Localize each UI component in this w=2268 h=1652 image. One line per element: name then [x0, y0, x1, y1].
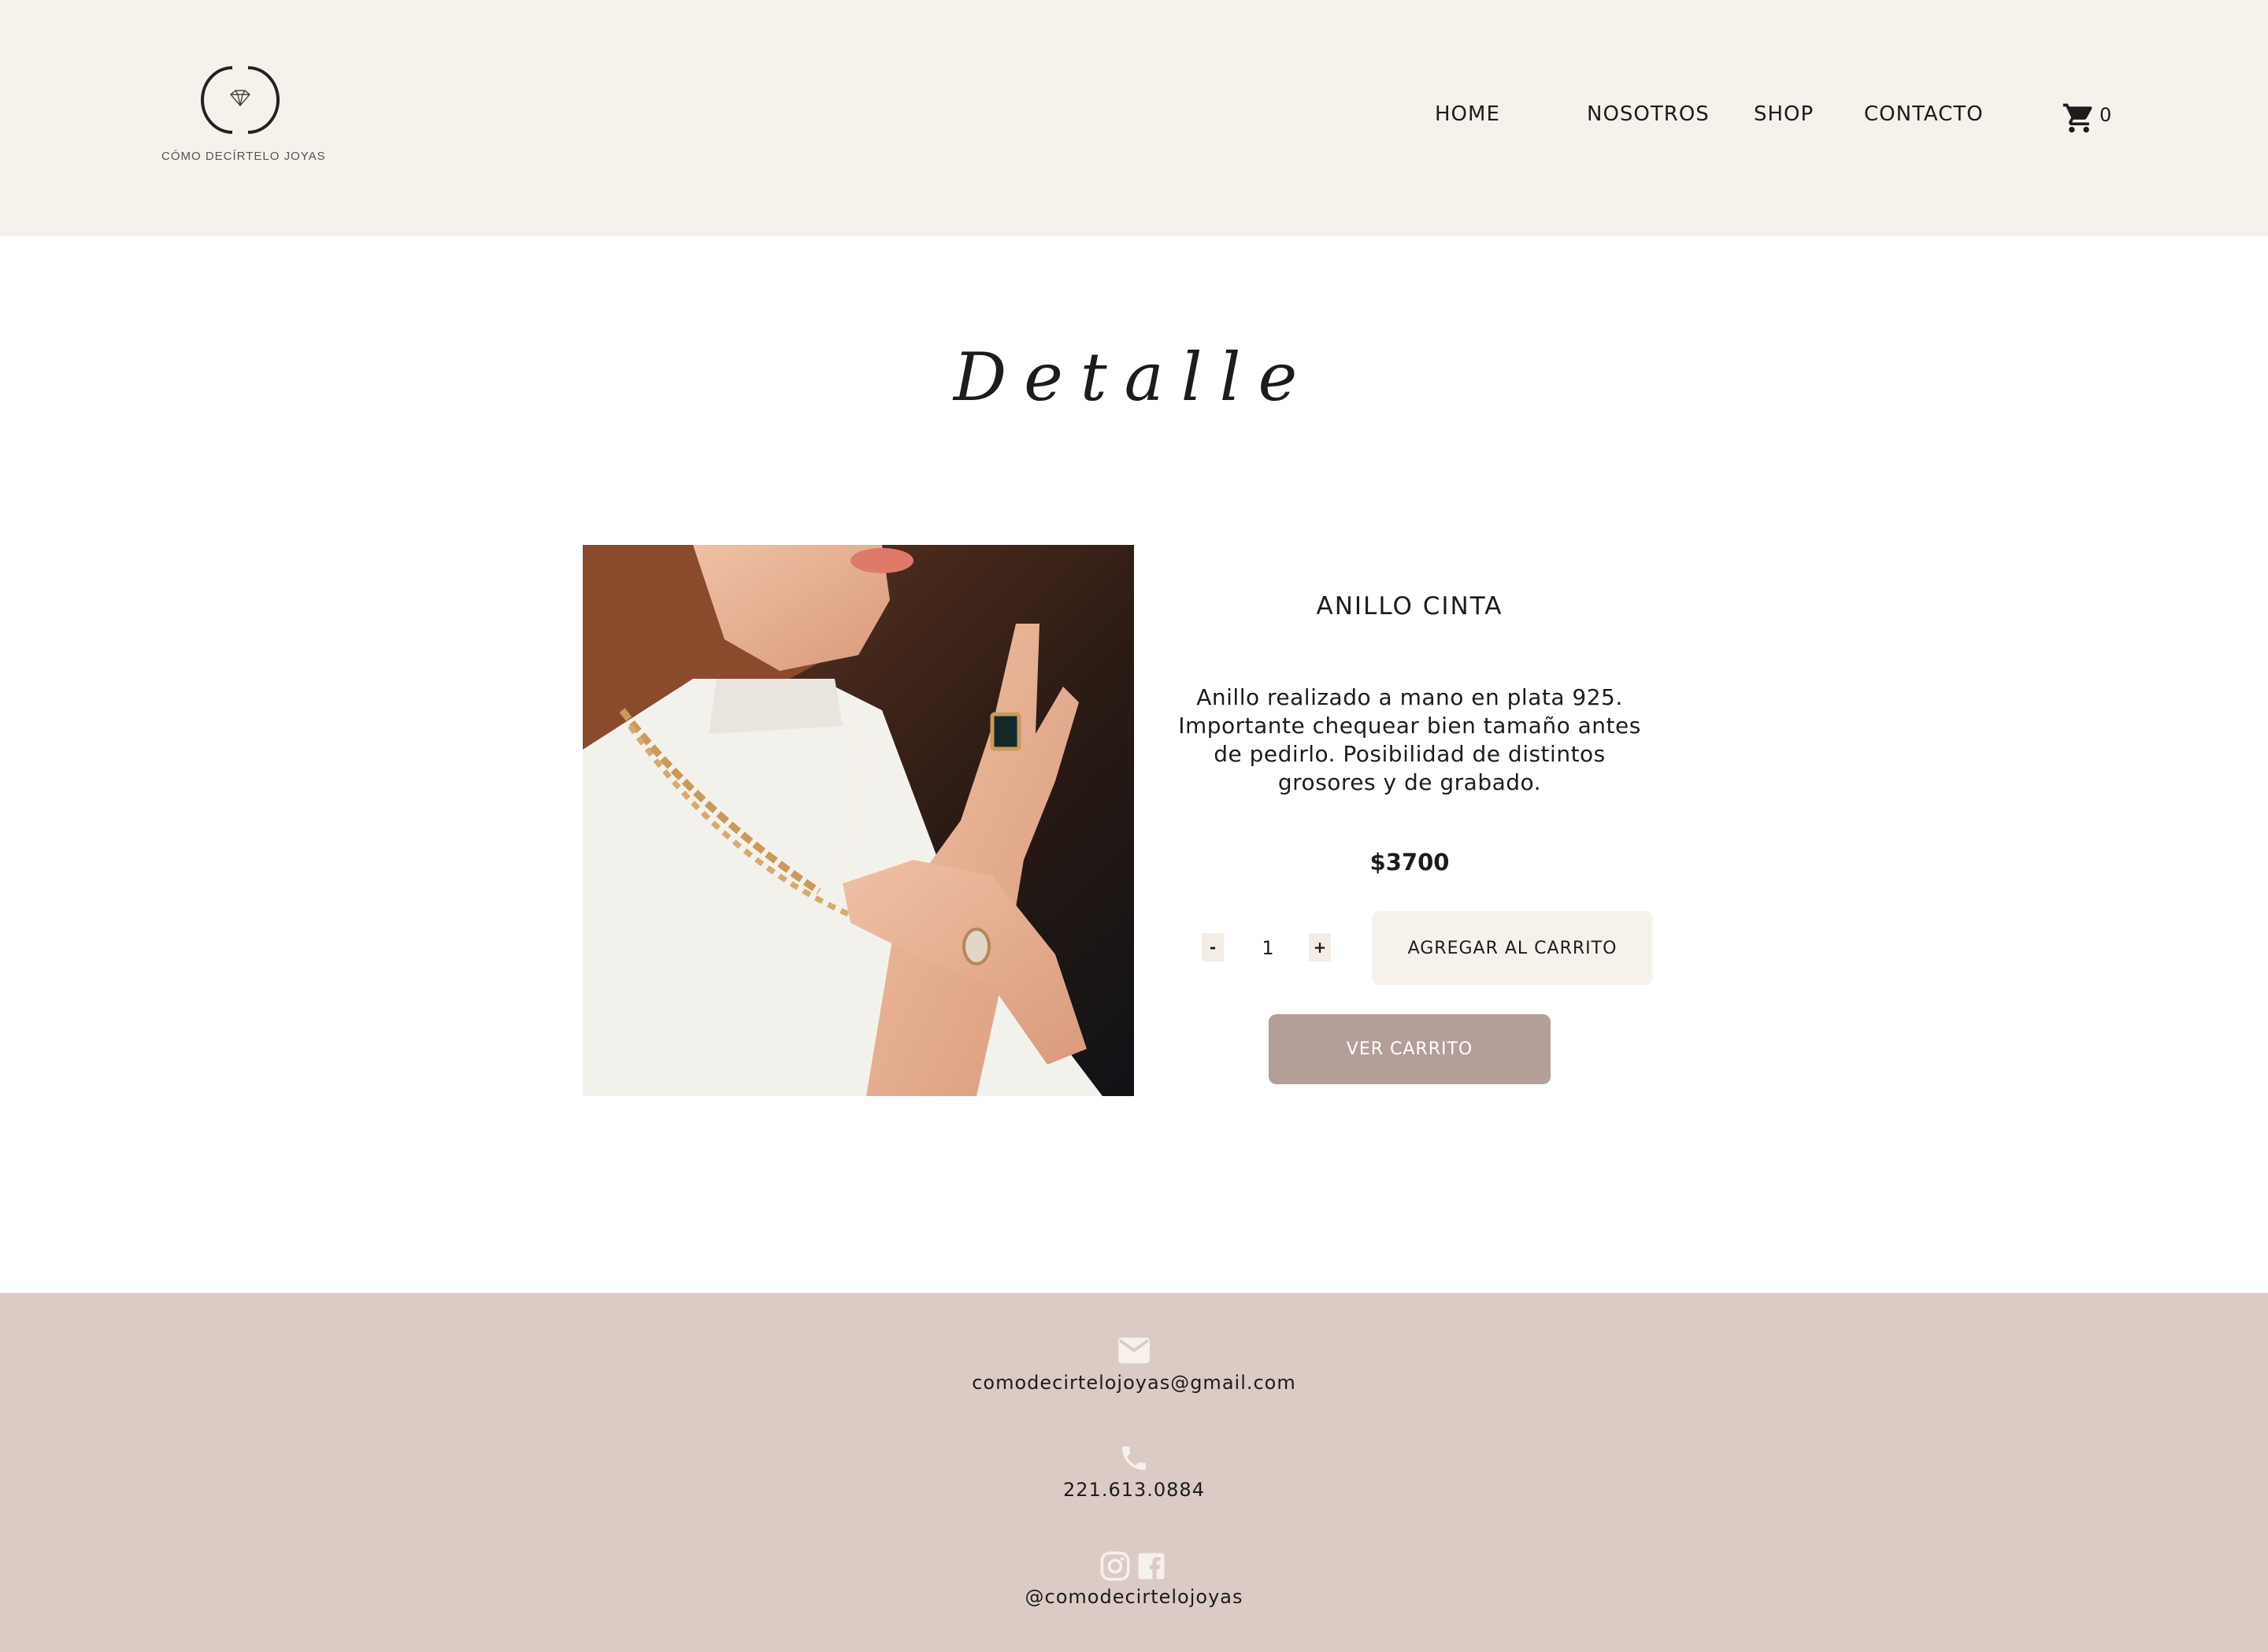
- mail-icon: [1118, 1337, 1150, 1364]
- nav-contacto[interactable]: CONTACTO: [1864, 102, 1984, 126]
- cart-count: 0: [2099, 104, 2112, 126]
- phone-icon: [1122, 1446, 1146, 1470]
- footer-email[interactable]: comodecirtelojoyas@gmail.com: [0, 1372, 2268, 1394]
- view-cart-button[interactable]: VER CARRITO: [1269, 1014, 1551, 1084]
- site-footer: comodecirtelojoyas@gmail.com 221.613.088…: [0, 1293, 2268, 1652]
- quantity-input[interactable]: [1244, 933, 1292, 963]
- product-image: [583, 545, 1134, 1096]
- instagram-icon[interactable]: [1099, 1550, 1131, 1582]
- logo-text: CÓMO DECÍRTELO JOYAS: [161, 150, 326, 163]
- product-price: $3700: [1369, 849, 1450, 876]
- facebook-icon[interactable]: [1137, 1552, 1166, 1580]
- site-header: CÓMO DECÍRTELO JOYAS HOME NOSOTROS SHOP …: [0, 0, 2268, 236]
- quantity-increment-button[interactable]: +: [1309, 933, 1331, 961]
- logo[interactable]: CÓMO DECÍRTELO JOYAS: [161, 65, 326, 171]
- page-title: Detalle: [953, 339, 1315, 416]
- footer-phone[interactable]: 221.613.0884: [0, 1479, 2268, 1501]
- cart-icon: [2062, 103, 2092, 133]
- product-name: ANILLO CINTA: [1316, 592, 1503, 620]
- diamond-logo-icon: [201, 66, 280, 134]
- nav-shop[interactable]: SHOP: [1754, 102, 1814, 126]
- footer-social-handle[interactable]: @comodecirtelojoyas: [0, 1586, 2268, 1608]
- quantity-decrement-button[interactable]: -: [1202, 933, 1224, 961]
- nav-nosotros[interactable]: NOSOTROS: [1587, 102, 1710, 126]
- product-description: Anillo realizado a mano en plata 925. Im…: [1178, 684, 1641, 795]
- add-to-cart-button[interactable]: AGREGAR AL CARRITO: [1372, 911, 1653, 985]
- nav-home[interactable]: HOME: [1435, 102, 1500, 126]
